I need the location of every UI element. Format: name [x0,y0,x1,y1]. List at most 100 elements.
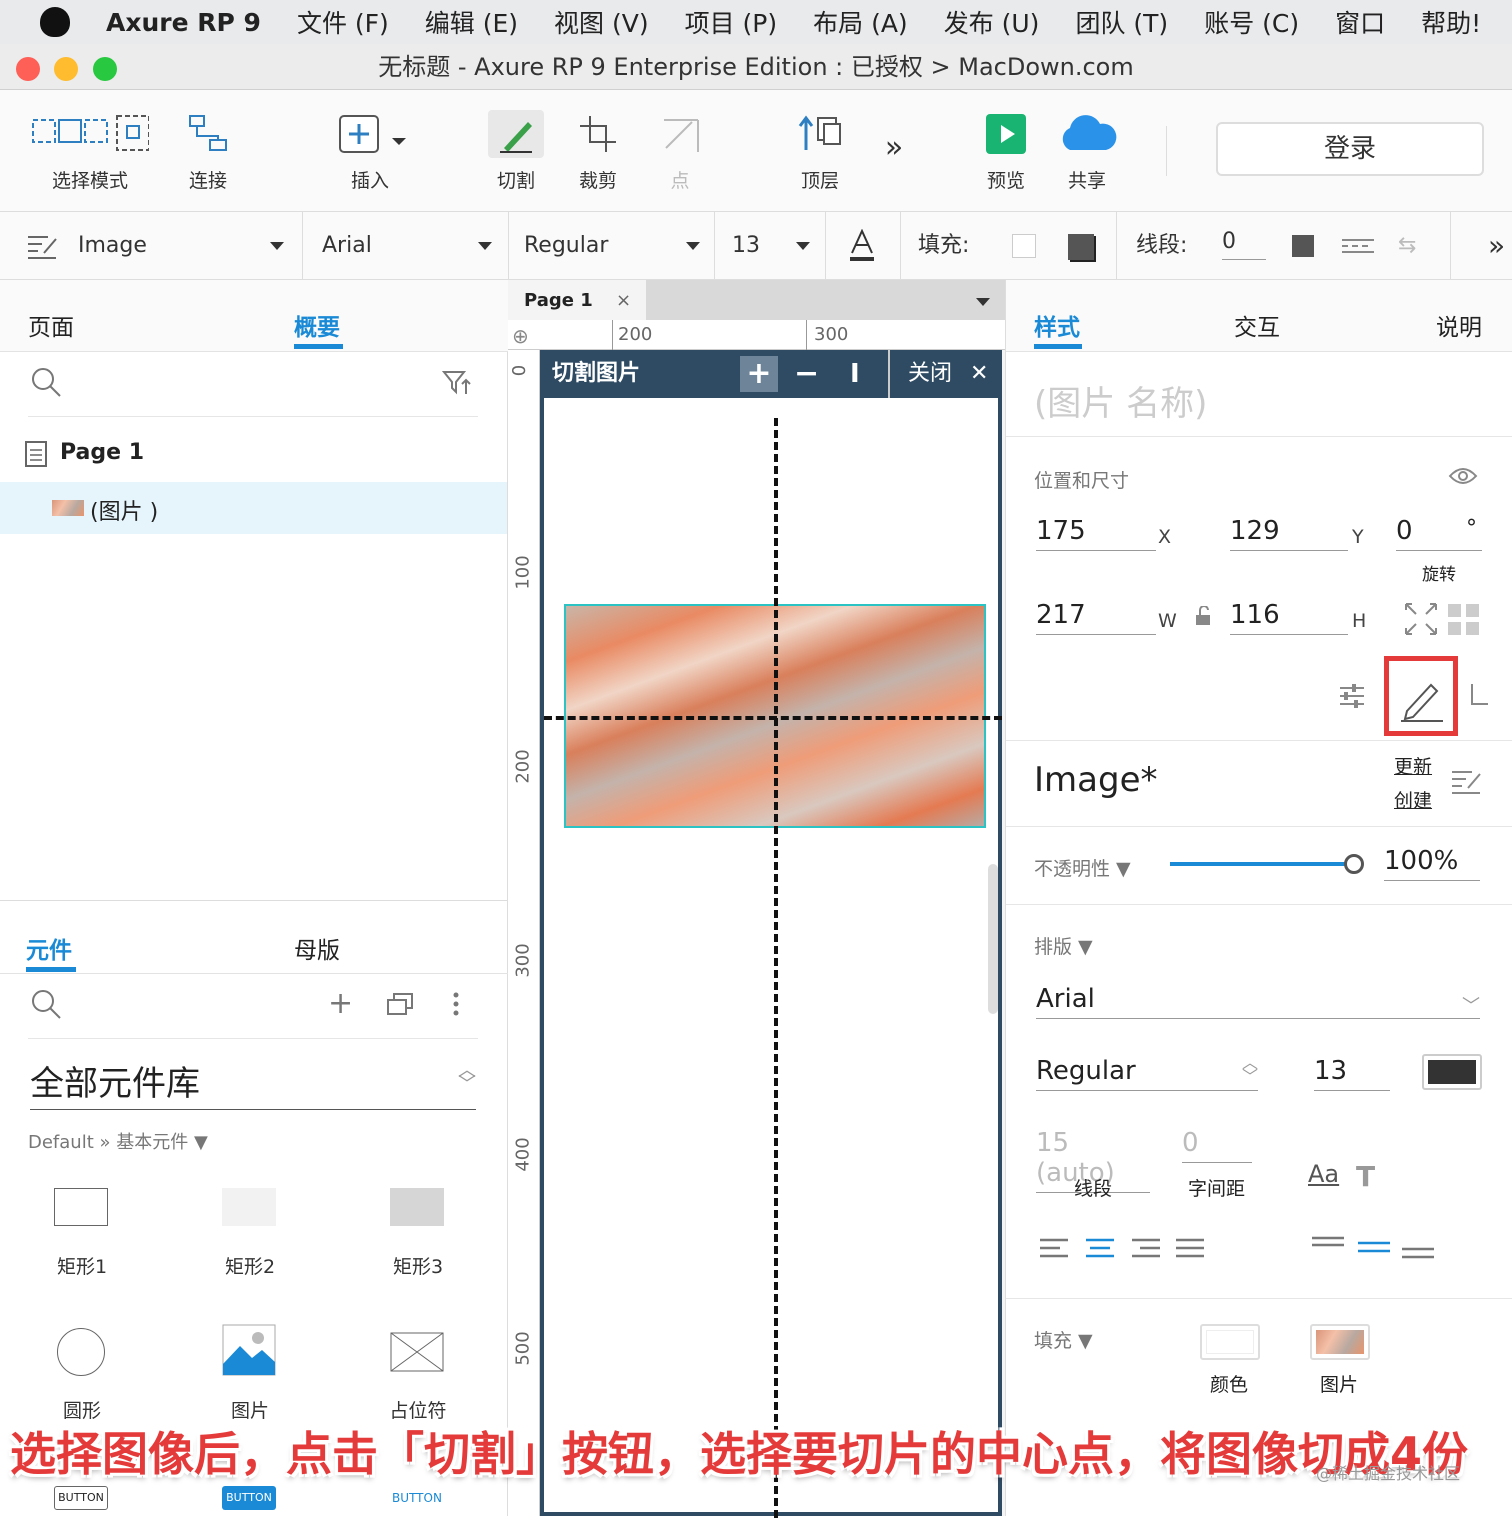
apple-icon[interactable] [40,7,70,37]
app-name[interactable]: Axure RP 9 [106,8,261,37]
page-item[interactable]: Page 1 [60,440,144,465]
text-case-icon[interactable]: Aa [1308,1160,1339,1188]
vertical-slice-button[interactable]: I [850,350,860,398]
fill-color-swatch[interactable] [1012,234,1036,258]
slice-tool-highlight[interactable] [1384,656,1458,736]
grid-icon[interactable] [1448,604,1480,640]
close-window-button[interactable] [16,57,40,81]
font-select[interactable]: Arial [322,212,492,280]
tab-pages[interactable]: 页面 [28,308,74,342]
font-weight-select[interactable]: Regular ︿ ﹀ [1036,1055,1258,1091]
library-path[interactable]: Default » 基本元件 ▼ [28,1128,208,1154]
menu-team[interactable]: 团队 (T) [1075,4,1168,40]
widget-style-select[interactable]: Image [78,212,288,280]
tab-page1[interactable]: Page 1 × [508,280,646,320]
tab-list-chevron-icon[interactable] [976,298,990,306]
opacity-label[interactable]: 不透明性 ▼ [1034,854,1131,881]
menu-edit[interactable]: 编辑 (E) [425,4,518,40]
library-select[interactable]: 全部元件库 ︿ ﹀ [30,1056,476,1110]
placeholder-widget-icon[interactable] [390,1332,444,1376]
slice-button[interactable]: 切割 [488,110,544,193]
bring-top-button[interactable]: 顶层 [790,110,850,193]
filter-icon[interactable] [441,368,472,400]
search-icon[interactable] [30,366,62,402]
font-size-input[interactable]: 13 [1314,1056,1390,1091]
minimize-window-button[interactable] [54,57,78,81]
menu-account[interactable]: 账号 (C) [1204,4,1299,40]
close-icon[interactable]: ✕ [970,350,988,398]
tab-interactions[interactable]: 交互 [1234,308,1280,342]
create-style-link[interactable]: 创建 [1394,786,1432,813]
crop-button[interactable]: 裁剪 [570,110,626,193]
horizontal-slice-button[interactable]: − [794,350,819,398]
fit-size-icon[interactable] [1404,602,1438,640]
rectangle3-widget[interactable] [390,1188,444,1226]
font-size-select[interactable]: 13 [732,212,810,280]
menu-window[interactable]: 窗口 [1335,4,1385,40]
menu-layout[interactable]: 布局 (A) [813,4,908,40]
add-library-icon[interactable]: + [328,986,353,1021]
share-button[interactable]: 共享 [1056,110,1118,193]
outline-item-selected[interactable]: (图片 ) [0,482,507,534]
typography-label[interactable]: 排版 ▼ [1034,932,1093,959]
stroke-color-swatch[interactable] [1292,235,1314,257]
font-family-select[interactable]: Arial ﹀ [1036,984,1480,1019]
align-center-icon[interactable] [1086,1238,1116,1264]
lock-icon[interactable] [1194,605,1214,630]
width-input[interactable]: 217 [1036,600,1156,635]
opacity-input[interactable]: 100% [1384,846,1480,881]
menu-project[interactable]: 项目 (P) [685,4,778,40]
add-slice-button[interactable]: + [740,356,778,392]
fill-label[interactable]: 填充 ▼ [1034,1326,1093,1353]
close-slice-button[interactable]: 关闭 [908,350,952,398]
align-left-icon[interactable] [1040,1238,1070,1264]
scrollbar[interactable] [988,864,998,1014]
menu-publish[interactable]: 发布 (U) [944,4,1040,40]
opacity-slider-handle[interactable] [1344,854,1364,874]
fill-color-swatch[interactable] [1200,1324,1260,1360]
arrow-style-icon[interactable]: ⇆ [1398,212,1416,280]
close-tab-icon[interactable]: × [616,280,631,322]
valign-bottom-icon[interactable] [1402,1246,1434,1266]
adjust-icon[interactable] [1338,682,1366,714]
eye-icon[interactable] [1448,466,1478,490]
zoom-window-button[interactable] [93,57,117,81]
rectangle2-widget[interactable] [222,1188,276,1226]
menu-file[interactable]: 文件 (F) [297,4,389,40]
menu-view[interactable]: 视图 (V) [554,4,649,40]
letter-spacing-input[interactable]: 0 [1182,1128,1252,1163]
select-mode-button[interactable]: 选择模式 [30,110,150,193]
font-color-icon[interactable] [848,212,876,280]
font-color-swatch[interactable] [1422,1054,1482,1090]
horizontal-slice-line[interactable] [544,716,1002,720]
crop-icon[interactable] [1464,682,1488,714]
fill-image-swatch[interactable] [1310,1324,1370,1360]
widget-name-input[interactable]: (图片 名称) [1034,376,1207,425]
font-weight-select[interactable]: Regular [524,212,700,280]
x-input[interactable]: 175 [1036,516,1156,551]
insert-button[interactable]: 插入 [330,110,410,193]
update-style-link[interactable]: 更新 [1394,752,1432,779]
tab-outline[interactable]: 概要 [294,308,340,342]
tab-masters[interactable]: 母版 [294,931,340,965]
widget-search-icon[interactable] [30,988,62,1024]
dash-style-icon[interactable] [1342,212,1374,280]
preview-button[interactable]: 预览 [978,110,1034,193]
style-manager-icon[interactable] [1450,766,1482,798]
login-button[interactable]: 登录 [1216,122,1484,176]
rectangle1-widget[interactable] [54,1188,108,1226]
more-tools-icon[interactable]: » [876,130,912,165]
connect-button[interactable]: 连接 [176,110,240,193]
text-shadow-icon[interactable]: T [1356,1160,1375,1193]
point-button[interactable]: 点 [652,110,708,193]
more-options-icon[interactable] [452,992,460,1020]
height-input[interactable]: 116 [1230,600,1348,635]
opacity-slider-track[interactable] [1170,862,1352,866]
library-copy-icon[interactable] [386,992,414,1020]
vertical-slice-line[interactable] [774,418,778,1518]
image-widget-icon[interactable] [222,1324,276,1380]
stroke-width-input[interactable]: 0 [1222,212,1266,260]
shadow-swatch[interactable] [1068,234,1094,260]
valign-top-icon[interactable] [1312,1234,1344,1253]
align-right-icon[interactable] [1132,1238,1162,1264]
